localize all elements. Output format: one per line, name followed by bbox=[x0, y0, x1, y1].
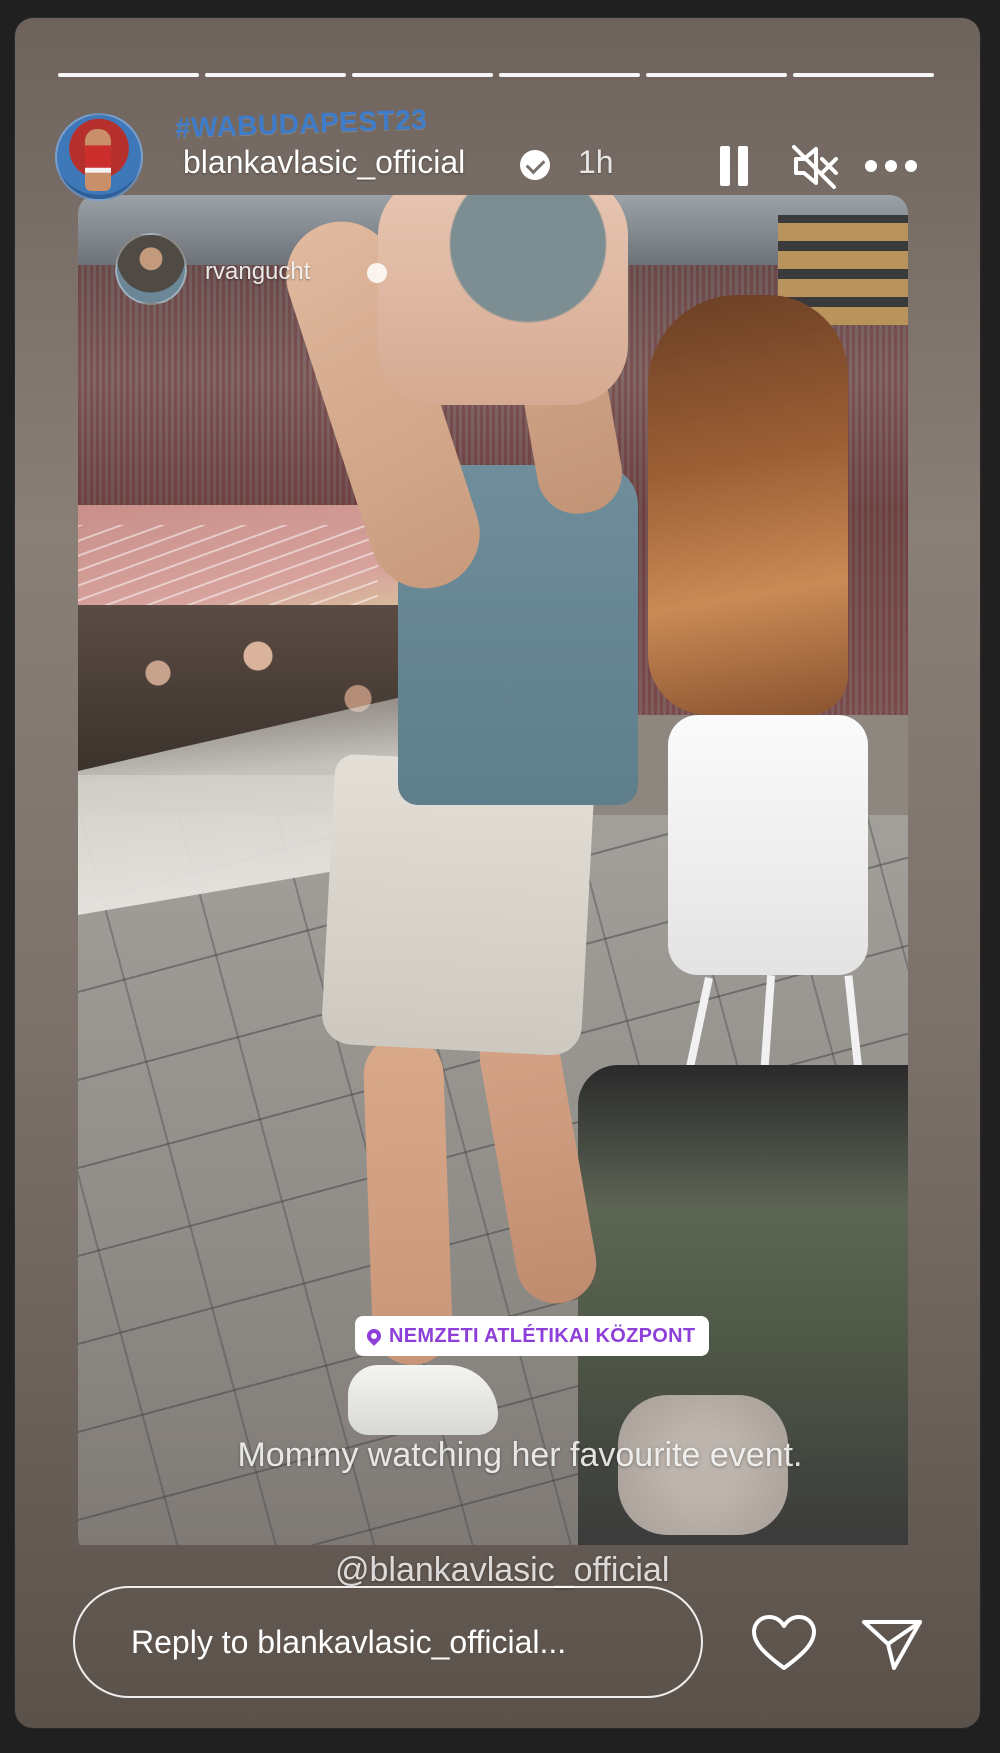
pause-icon bbox=[738, 146, 748, 186]
dot bbox=[905, 160, 917, 172]
instagram-story-viewer: rvangucht #WABUDAPEST23 blankavlasic_off… bbox=[0, 0, 1000, 1753]
white-sneaker bbox=[348, 1365, 498, 1435]
progress-segment bbox=[646, 73, 787, 77]
pause-icon bbox=[720, 146, 730, 186]
dot bbox=[885, 160, 897, 172]
woman-hair bbox=[648, 295, 848, 715]
progress-segment bbox=[58, 73, 199, 77]
location-name: NEMZETI ATLÉTIKAI KÖZPONT bbox=[389, 1324, 696, 1347]
send-icon bbox=[862, 1620, 922, 1670]
profile-username[interactable]: blankavlasic_official bbox=[183, 144, 465, 181]
story-frame: rvangucht #WABUDAPEST23 blankavlasic_off… bbox=[15, 18, 980, 1728]
heart-icon bbox=[752, 1615, 816, 1670]
verified-badge-icon bbox=[520, 150, 550, 180]
story-timestamp: 1h bbox=[578, 144, 614, 180]
repost-avatar[interactable] bbox=[115, 233, 187, 305]
share-button[interactable] bbox=[860, 1614, 924, 1674]
repost-username[interactable]: rvangucht bbox=[205, 258, 310, 286]
repost-verified-icon bbox=[367, 263, 387, 283]
like-button[interactable] bbox=[750, 1614, 818, 1674]
reply-placeholder: Reply to blankavlasic_official... bbox=[131, 1623, 567, 1660]
dot bbox=[865, 160, 877, 172]
pause-button[interactable] bbox=[718, 146, 752, 186]
muted-speaker-icon bbox=[792, 145, 838, 189]
more-options-button[interactable] bbox=[865, 156, 925, 176]
progress-segment bbox=[499, 73, 640, 77]
hashtag-sticker[interactable]: #WABUDAPEST23 bbox=[175, 104, 428, 145]
story-caption: Mommy watching her favourite event. bbox=[237, 1436, 803, 1474]
white-chair bbox=[668, 715, 868, 975]
progress-segment-current bbox=[793, 73, 934, 77]
progress-segment bbox=[352, 73, 493, 77]
story-header: #WABUDAPEST23 blankavlasic_official 1h bbox=[55, 104, 945, 201]
story-progress-bars bbox=[58, 73, 934, 77]
progress-segment bbox=[205, 73, 346, 77]
baby bbox=[378, 195, 628, 405]
reply-input[interactable]: Reply to blankavlasic_official... bbox=[73, 1586, 703, 1698]
location-sticker[interactable]: NEMZETI ATLÉTIKAI KÖZPONT bbox=[355, 1316, 710, 1356]
avatar-athlete-figure bbox=[85, 129, 111, 191]
location-pin-icon bbox=[364, 1326, 384, 1346]
mute-button[interactable] bbox=[790, 143, 840, 189]
profile-avatar[interactable] bbox=[55, 113, 143, 201]
mention-sticker[interactable]: @blankavlasic_official bbox=[335, 1551, 669, 1590]
